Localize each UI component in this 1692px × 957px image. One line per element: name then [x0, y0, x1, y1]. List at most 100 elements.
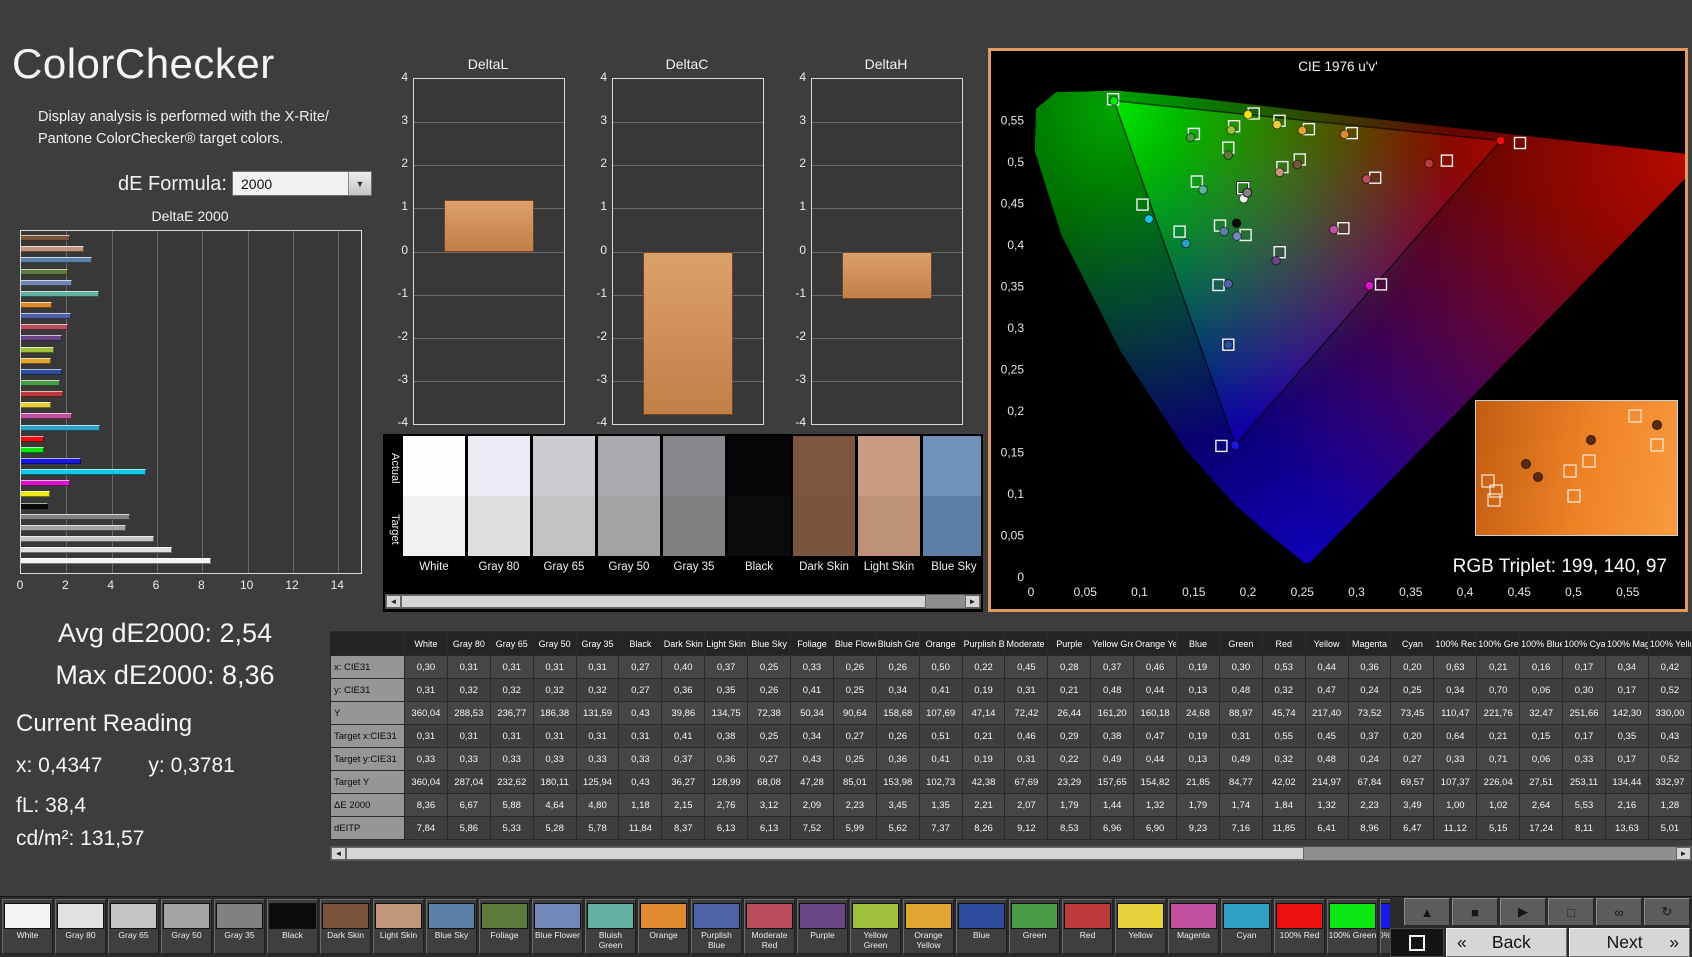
deltae-bar	[21, 524, 127, 531]
back-button[interactable]: « Back	[1446, 928, 1567, 957]
y-readout: y: 0,3781	[148, 754, 235, 777]
table-cell: 7,16	[1218, 816, 1263, 840]
colorchecker-swatch[interactable]: Light Skin	[858, 436, 920, 573]
scroll-left-icon[interactable]: ◄	[331, 847, 346, 860]
table-cell: 0,25	[747, 724, 792, 748]
table-cell: 0,31	[575, 724, 620, 748]
patch-button-purplish-blue[interactable]: Purplish Blue	[691, 899, 742, 954]
table-cell: 6,67	[446, 793, 491, 817]
table-column-header: 100% Blue	[1519, 631, 1564, 656]
axis-tick-label: -3	[596, 371, 607, 386]
axis-tick-label: 0	[401, 242, 408, 257]
table-cell: 2,09	[790, 793, 834, 817]
patch-button-red[interactable]: Red	[1062, 899, 1113, 954]
axis-tick-label: 10	[240, 578, 254, 592]
patch-button-yellow-green[interactable]: Yellow Green	[850, 899, 901, 954]
colorchecker-swatch[interactable]: Dark Skin	[793, 436, 855, 573]
patch-button-blue-sky[interactable]: Blue Sky	[426, 899, 477, 954]
table-cell: 0,26	[875, 655, 920, 679]
stop-button[interactable]: ■	[1452, 898, 1498, 926]
colorchecker-swatch[interactable]: White	[403, 436, 465, 573]
delta-bar	[842, 251, 932, 299]
stop-measurement-button[interactable]	[1390, 928, 1444, 957]
table-cell: 0,32	[532, 678, 577, 702]
patch-button-gray-80[interactable]: Gray 80	[55, 899, 106, 954]
scroll-left-icon[interactable]: ◄	[386, 595, 401, 608]
patch-button-orange-yellow[interactable]: Orange Yellow	[903, 899, 954, 954]
scroll-track[interactable]	[401, 595, 965, 608]
patch-button-foliage[interactable]: Foliage	[479, 899, 530, 954]
y-axis-tick-label: 0	[1017, 570, 1024, 584]
chevron-down-icon[interactable]: ▼	[348, 172, 371, 195]
eject-button[interactable]: ▲	[1404, 898, 1450, 926]
table-cell: 186,38	[532, 701, 577, 725]
table-cell: 288,53	[446, 701, 491, 725]
colorchecker-swatch[interactable]: Blue Sky	[923, 436, 981, 573]
patch-button-gray-35[interactable]: Gray 35	[214, 899, 265, 954]
table-cell: 8,96	[1347, 816, 1392, 840]
control-button-row: ▲ ■ ▶ □ ∞ ↻	[1390, 898, 1690, 927]
colorchecker-swatch[interactable]: Gray 35	[663, 436, 725, 573]
table-cell: 153,98	[875, 770, 920, 794]
table-column-header: Yellow	[1304, 631, 1349, 656]
table-cell: 36,27	[661, 770, 706, 794]
swatch-scrollbar[interactable]: ◄ ►	[385, 594, 981, 609]
colorchecker-swatch[interactable]: Gray 50	[598, 436, 660, 573]
table-cell: 5,99	[832, 816, 877, 840]
colorchecker-swatch[interactable]: Gray 65	[533, 436, 595, 573]
patch-button-green[interactable]: Green	[1009, 899, 1060, 954]
deltae-bar	[21, 268, 69, 275]
measured-point	[1329, 224, 1339, 235]
table-column-header: Green	[1218, 631, 1263, 656]
patch-button-white[interactable]: White	[2, 899, 53, 954]
patch-button-purple[interactable]: Purple	[797, 899, 848, 954]
patch-button-100-red[interactable]: 100% Red	[1274, 899, 1325, 954]
patch-button-label: Yellow	[1128, 930, 1153, 940]
patch-button-moderate-red[interactable]: Moderate Red	[744, 899, 795, 954]
table-cell: 0,29	[1047, 724, 1092, 748]
de-formula-dropdown[interactable]: 2000 ▼	[232, 171, 372, 196]
table-cell: 11,84	[618, 816, 663, 840]
patch-button-yellow[interactable]: Yellow	[1115, 899, 1166, 954]
table-cell: 0,21	[1476, 655, 1521, 679]
table-cell: 0,27	[1390, 747, 1435, 771]
table-cell: 125,94	[575, 770, 620, 794]
patch-button-light-skin[interactable]: Light Skin	[373, 899, 424, 954]
table-column-header: Blue Flower	[832, 631, 877, 656]
scroll-thumb[interactable]	[346, 847, 1304, 860]
play-button[interactable]: ▶	[1500, 898, 1546, 926]
table-cell: 0,31	[532, 724, 577, 748]
colorchecker-swatch[interactable]: Gray 80	[468, 436, 530, 573]
scroll-track[interactable]	[346, 847, 1676, 860]
table-cell: 0,22	[961, 655, 1006, 679]
next-button[interactable]: Next »	[1569, 928, 1690, 957]
scroll-thumb[interactable]	[401, 595, 926, 608]
luminance-readout: cd/m²: 131,57	[16, 827, 145, 850]
refresh-button[interactable]: ↻	[1644, 898, 1690, 926]
scroll-right-icon[interactable]: ►	[965, 595, 980, 608]
patch-button-black[interactable]: Black	[267, 899, 318, 954]
page-title: ColorChecker	[12, 40, 275, 87]
deltae-bar	[21, 458, 81, 464]
patch-button-cyan[interactable]: Cyan	[1221, 899, 1272, 954]
patch-button-dark-skin[interactable]: Dark Skin	[320, 899, 371, 954]
patch-button-100-green[interactable]: 100% Green	[1327, 899, 1378, 954]
y-axis-tick-label: 0,05	[1001, 529, 1025, 543]
table-cell: 1,44	[1090, 793, 1135, 817]
patch-button-magenta[interactable]: Magenta	[1168, 899, 1219, 954]
scroll-right-icon[interactable]: ►	[1676, 847, 1691, 860]
table-cell: 0,06	[1519, 747, 1564, 771]
patch-button-blue-flower[interactable]: Blue Flower	[532, 899, 583, 954]
patch-button-blue[interactable]: Blue	[956, 899, 1007, 954]
patch-button-gray-50[interactable]: Gray 50	[161, 899, 212, 954]
patch-button-orange[interactable]: Orange	[638, 899, 689, 954]
loop-button[interactable]: ∞	[1596, 898, 1642, 926]
table-cell: 0,19	[961, 678, 1006, 702]
patch-button-gray-65[interactable]: Gray 65	[108, 899, 159, 954]
table-cell: 1,00	[1433, 793, 1478, 817]
table-cell: 0,22	[1047, 747, 1092, 771]
table-scrollbar[interactable]: ◄ ►	[330, 846, 1692, 861]
colorchecker-swatch[interactable]: Black	[728, 436, 790, 573]
patch-button-bluish-green[interactable]: Bluish Green	[585, 899, 636, 954]
record-button[interactable]: □	[1548, 898, 1594, 926]
